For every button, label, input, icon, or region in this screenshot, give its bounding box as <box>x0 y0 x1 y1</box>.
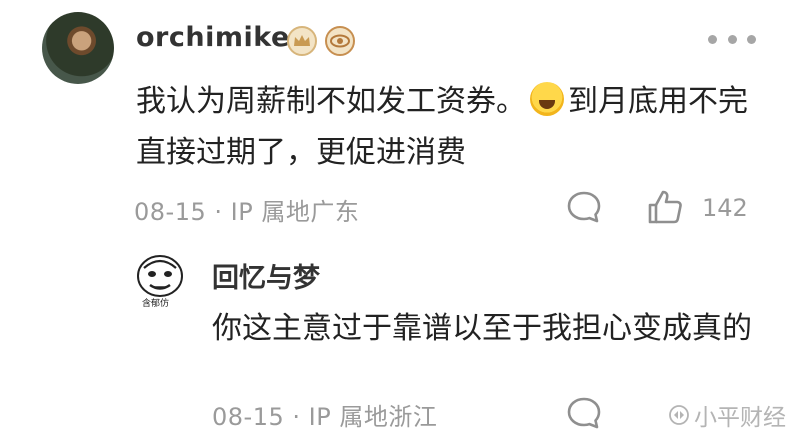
comment-thread: orchimike 我认为周薪制不如发工资券。 到月底用不完直接过期了，更促进消费… <box>0 0 800 447</box>
more-options-icon[interactable] <box>708 28 756 50</box>
comment-date: 08-15 <box>134 198 207 226</box>
comment-content: 我认为周薪制不如发工资券。 到月底用不完直接过期了，更促进消费 <box>136 76 756 178</box>
user-avatar[interactable] <box>42 12 114 84</box>
comment-ip-location: IP 属地广东 <box>230 198 360 226</box>
like-icon[interactable] <box>646 188 684 226</box>
reply-icon[interactable] <box>566 396 602 430</box>
watermark-text: 小平财经 <box>694 405 786 431</box>
comment-username[interactable]: orchimike <box>136 22 290 53</box>
eye-badge-icon <box>325 26 355 56</box>
comment-text-part1: 我认为周薪制不如发工资券。 <box>136 84 526 119</box>
reply-username[interactable]: 回忆与梦 <box>212 256 320 295</box>
like-count: 142 <box>702 194 748 222</box>
watermark-logo-icon <box>669 405 689 425</box>
meta-separator: · <box>214 198 223 226</box>
watermark: 小平财经 <box>668 398 786 432</box>
crown-badge-icon <box>287 26 317 56</box>
reply-user-avatar[interactable]: 含郁仿 <box>130 252 192 310</box>
reply-date: 08-15 <box>212 403 285 431</box>
face-with-tears-of-joy-icon <box>530 82 564 116</box>
reply-meta: 08-15 · IP 属地浙江 <box>212 397 437 432</box>
meta-separator: · <box>292 403 301 431</box>
reply-ip-location: IP 属地浙江 <box>308 403 438 431</box>
reply-avatar-caption: 含郁仿 <box>142 299 170 309</box>
comment-meta: 08-15 · IP 属地广东 <box>134 192 359 227</box>
reply-icon[interactable] <box>566 190 602 224</box>
reply-content: 你这主意过于靠谱以至于我担心变成真的 <box>212 311 752 346</box>
